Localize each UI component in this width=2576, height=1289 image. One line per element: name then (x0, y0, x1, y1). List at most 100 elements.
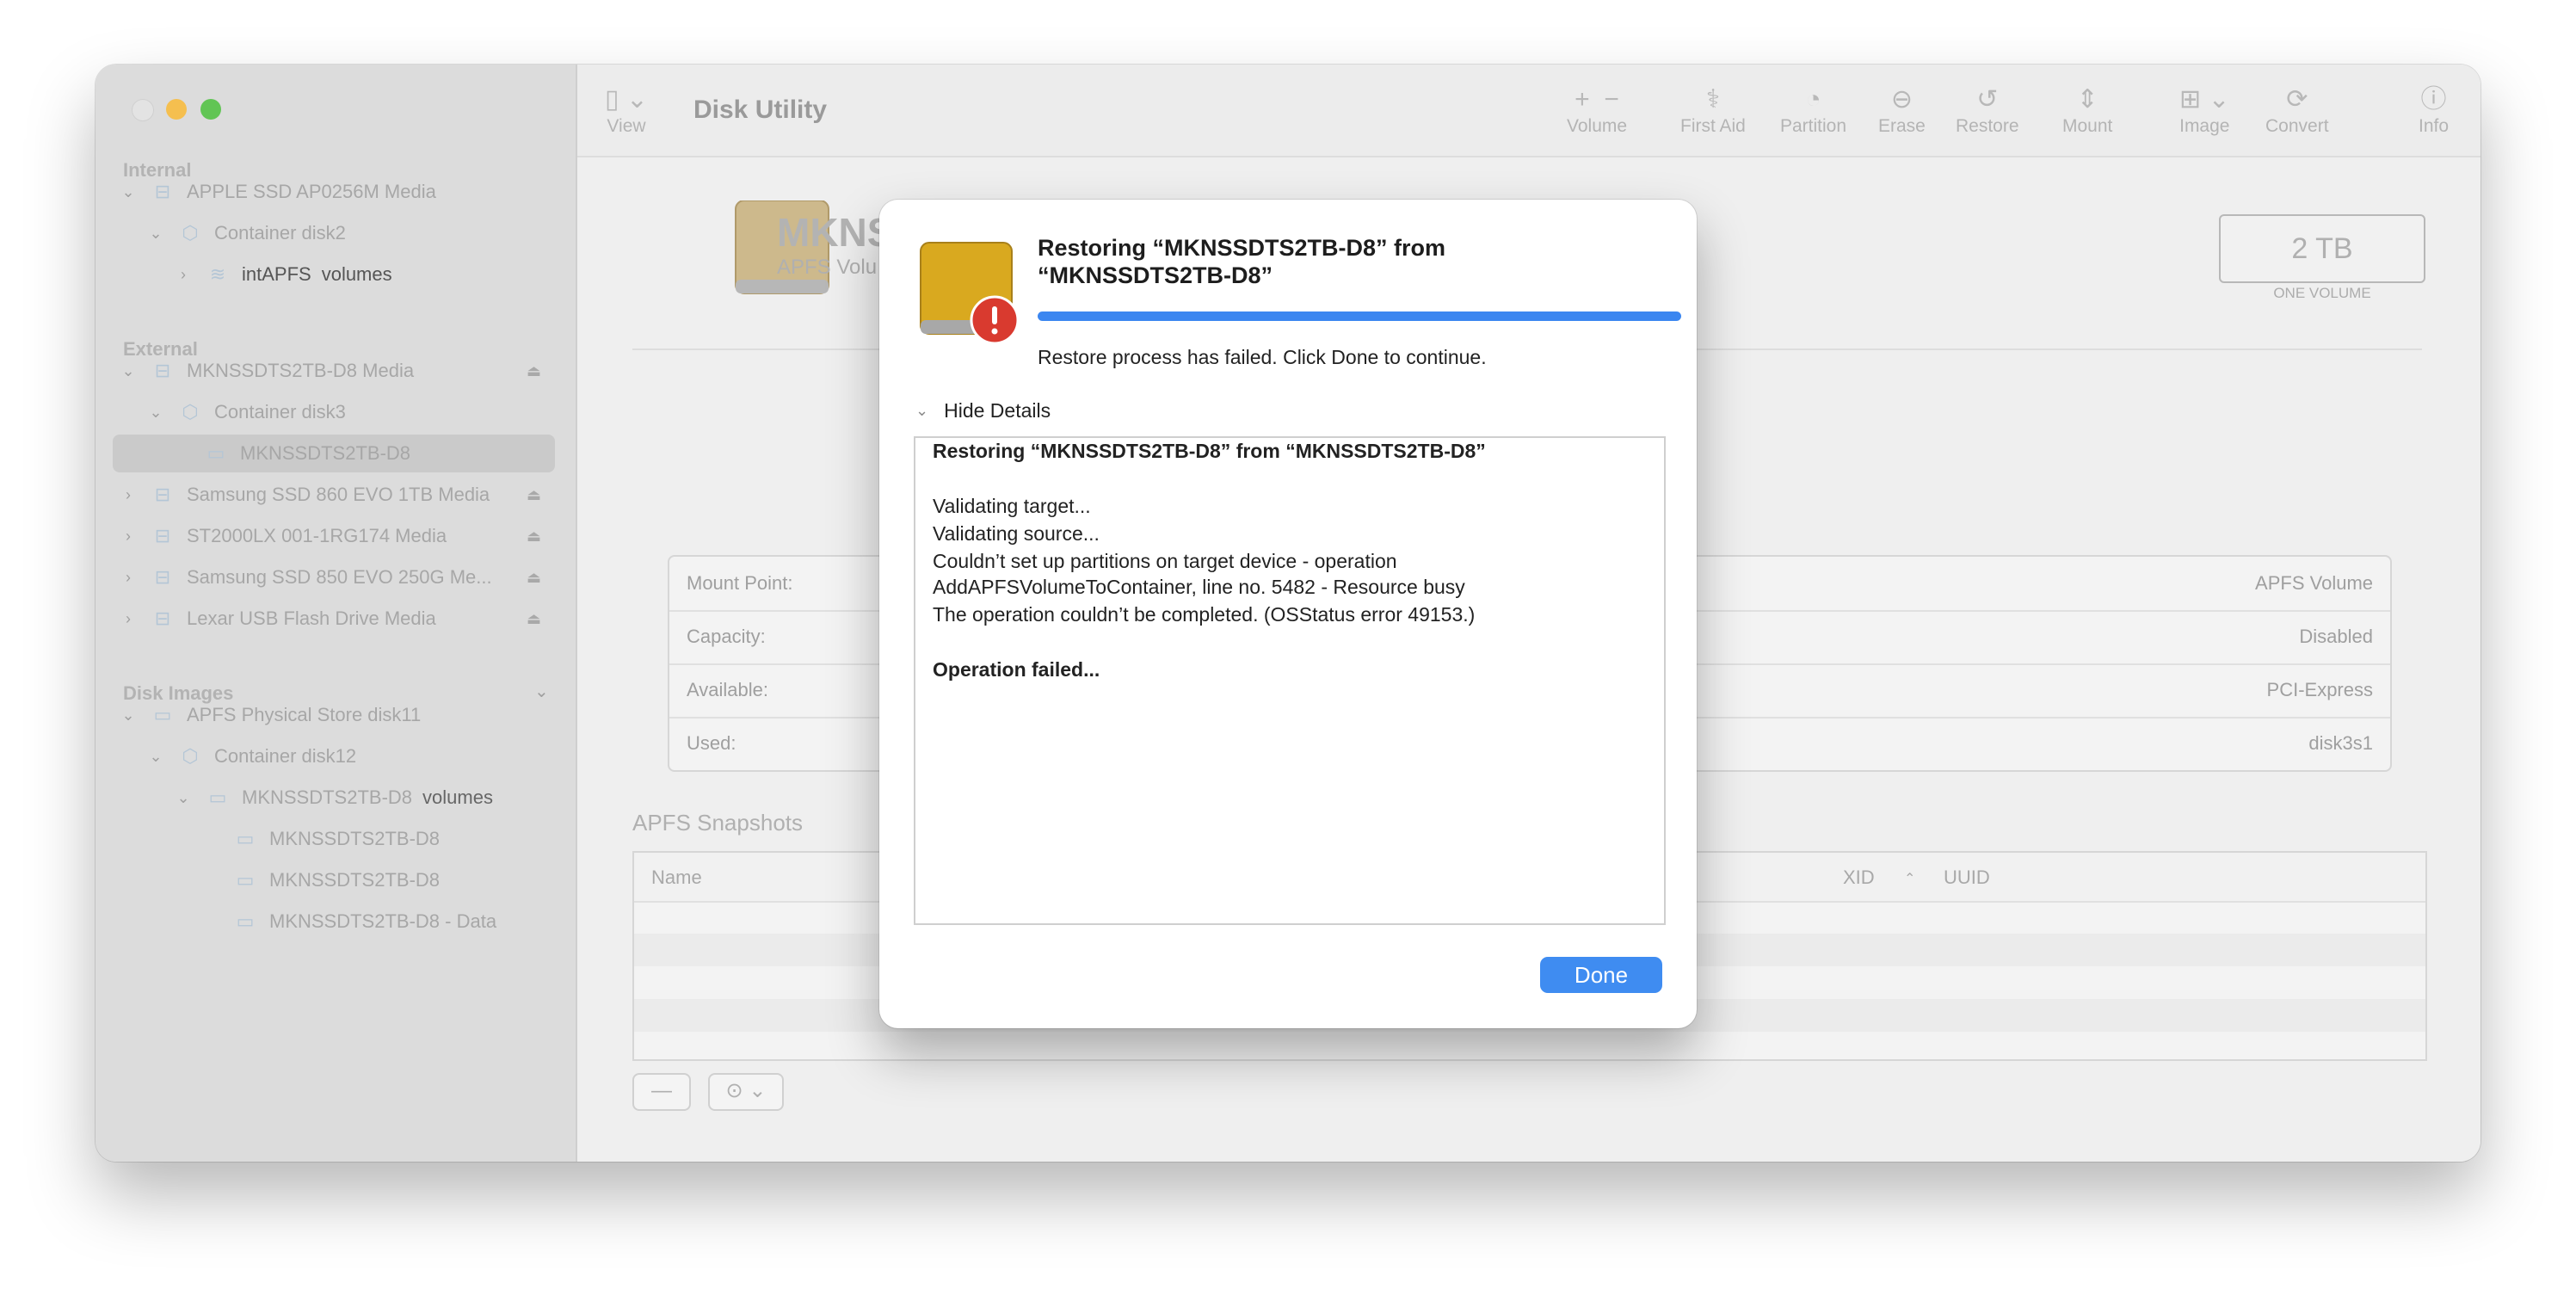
chevron-right-icon[interactable]: › (118, 610, 139, 628)
delete-snapshot-button[interactable]: — (632, 1073, 691, 1111)
chevron-down-icon[interactable]: ⌄ (145, 404, 166, 422)
volume-icon: ▭ (208, 786, 227, 808)
sidebar-item-label: Samsung SSD 860 EVO 1TB Media (187, 484, 490, 505)
sidebar-item-label: APPLE SSD AP0256M Media (187, 181, 436, 202)
disk-icon: ⊟ (154, 566, 171, 588)
more-options-button[interactable]: ⊙ ⌄ (708, 1073, 784, 1111)
eject-icon[interactable]: ⏏ (527, 362, 541, 380)
restore-progress-bar (1038, 311, 1681, 321)
info-label: Info (2419, 116, 2450, 136)
chevron-down-icon[interactable]: ⌄ (145, 748, 166, 766)
volume-size-caption: ONE VOLUME (2273, 285, 2371, 301)
column-xid[interactable]: XID (1843, 867, 1875, 889)
convert-button[interactable]: ⟳ Convert (2265, 83, 2329, 137)
column-name[interactable]: Name (651, 867, 702, 889)
volume-icon: ▭ (206, 442, 225, 464)
sidebar-item-st2000[interactable]: › ⊟ ST2000LX 001-1RG174 Media ⏏ (96, 517, 576, 555)
sidebar-item-label: APFS Physical Store disk11 (187, 704, 422, 725)
sidebar-item-label: ST2000LX 001-1RG174 Media (187, 525, 447, 546)
chevron-down-icon[interactable]: ⌄ (173, 789, 194, 807)
sidebar-item-suffix: volumes (321, 263, 392, 285)
drive-alert-icon (920, 242, 1020, 345)
info-icon: ⓘ (2420, 85, 2447, 114)
view-button[interactable]: ▯ ⌄ View (605, 83, 648, 137)
mount-icon: ⇕ (2076, 85, 2098, 114)
disk-icon: ⊟ (154, 607, 171, 629)
details-line: AddAPFSVolumeToContainer, line no. 5482 … (933, 576, 1465, 598)
chevron-down-icon[interactable]: ⌄ (145, 225, 166, 243)
sidebar-item-mknssd-sub1[interactable]: ▭ MKNSSDTS2TB-D8 (96, 820, 576, 858)
volume-icon: ▭ (236, 910, 255, 932)
hide-details-toggle[interactable]: ⌄ Hide Details (915, 399, 1051, 422)
snapshots-title: APFS Snapshots (632, 810, 803, 836)
eject-icon[interactable]: ⏏ (527, 569, 541, 587)
close-window-button[interactable] (132, 99, 154, 121)
sidebar-item-mknssd-data[interactable]: ▭ MKNSSDTS2TB-D8 - Data (96, 903, 576, 941)
sidebar-item-apfs-physical-store[interactable]: ⌄ ▭ APFS Physical Store disk11 (96, 696, 576, 734)
volume-icon: ▭ (236, 869, 255, 891)
sidebar-item-label: MKNSSDTS2TB-D8 (240, 442, 411, 464)
sidebar-item-lexar[interactable]: › ⊟ Lexar USB Flash Drive Media ⏏ (96, 600, 576, 638)
chevron-down-icon[interactable]: ⌄ (118, 706, 139, 725)
chevron-down-icon[interactable]: ⌄ (118, 362, 139, 380)
volume-label: Volume (1567, 116, 1628, 136)
chevron-right-icon[interactable]: › (118, 486, 139, 504)
info-value: APFS Volume (2255, 572, 2373, 594)
plus-minus-icon: + − (1575, 85, 1619, 114)
image-button[interactable]: ⊞ ⌄ Image (2179, 83, 2230, 137)
restore-button[interactable]: ↺ Restore (1956, 83, 2019, 137)
sidebar-item-samsung-860[interactable]: › ⊟ Samsung SSD 860 EVO 1TB Media ⏏ (96, 476, 576, 514)
chevron-down-icon[interactable]: ⌄ (118, 183, 139, 201)
info-button[interactable]: ⓘ Info (2419, 83, 2449, 137)
minimize-window-button[interactable] (166, 99, 187, 120)
chevron-right-icon[interactable]: › (173, 266, 194, 284)
info-value: Disabled (2299, 626, 2373, 647)
convert-label: Convert (2265, 116, 2329, 136)
details-line: Validating target... (933, 495, 1091, 517)
partition-label: Partition (1780, 116, 1847, 136)
first-aid-button[interactable]: ⚕ First Aid (1680, 83, 1746, 137)
volumes-icon: ≋ (209, 263, 226, 285)
sidebar-item-mknssd-volumes[interactable]: ⌄ ▭ MKNSSDTS2TB-D8 volumes (96, 779, 576, 817)
sidebar-item-mknssd-sub2[interactable]: ▭ MKNSSDTS2TB-D8 (96, 861, 576, 899)
chevron-right-icon[interactable]: › (118, 527, 139, 546)
volume-subtitle: APFS Volu (777, 256, 878, 279)
hide-details-label: Hide Details (944, 399, 1051, 422)
eject-icon[interactable]: ⏏ (527, 527, 541, 546)
details-heading: Restoring “MKNSSDTS2TB-D8” from “MKNSSDT… (933, 440, 1486, 462)
sidebar-item-label: Container disk12 (214, 745, 357, 767)
sidebar-item-label: MKNSSDTS2TB-D8 (269, 869, 441, 891)
mount-button[interactable]: ⇕ Mount (2062, 83, 2112, 137)
erase-disk-icon: ⊖ (1890, 85, 1913, 114)
zoom-window-button[interactable] (200, 99, 221, 120)
eject-icon[interactable]: ⏏ (527, 486, 541, 504)
eject-icon[interactable]: ⏏ (527, 610, 541, 628)
volume-button[interactable]: + − Volume (1567, 83, 1627, 137)
sidebar-item-samsung-850[interactable]: › ⊟ Samsung SSD 850 EVO 250G Me... ⏏ (96, 558, 576, 596)
mount-label: Mount (2062, 116, 2113, 136)
column-uuid[interactable]: UUID (1944, 867, 1990, 889)
chevron-right-icon[interactable]: › (118, 569, 139, 587)
sidebar-item-label: MKNSSDTS2TB-D8 Media (187, 360, 415, 381)
volume-icon: ▭ (236, 828, 255, 849)
progress-fill (1038, 311, 1681, 321)
restore-arrow-icon: ↺ (1976, 85, 1999, 114)
details-log[interactable]: Restoring “MKNSSDTS2TB-D8” from “MKNSSDT… (914, 436, 1666, 925)
sidebar-item-mknssd-media[interactable]: ⌄ ⊟ MKNSSDTS2TB-D8 Media ⏏ (96, 352, 576, 390)
info-value: disk3s1 (2308, 732, 2373, 754)
sidebar-item-label: intAPFS (242, 263, 311, 285)
done-button[interactable]: Done (1540, 957, 1662, 993)
container-icon: ⬡ (182, 401, 199, 422)
sidebar-item-container-disk3[interactable]: ⌄ ⬡ Container disk3 (96, 393, 576, 431)
sidebar-item-mknssd-volume[interactable]: ▭ MKNSSDTS2TB-D8 (113, 435, 555, 472)
erase-button[interactable]: ⊖ Erase (1878, 83, 1926, 137)
partition-button[interactable]: ◔ Partition (1780, 83, 1846, 137)
sidebar-item-intapfs[interactable]: › ≋ intAPFS volumes (96, 256, 576, 293)
chevron-down-icon: ⌄ (915, 402, 929, 419)
sidebar-item-container-disk2[interactable]: ⌄ ⬡ Container disk2 (96, 214, 576, 252)
sidebar-item-container-disk12[interactable]: ⌄ ⬡ Container disk12 (96, 737, 576, 775)
dialog-status: Restore process has failed. Click Done t… (1038, 346, 1487, 368)
details-line: Couldn’t set up partitions on target dev… (933, 550, 1397, 572)
toolbar: ▯ ⌄ View Disk Utility + − Volume ⚕ First… (577, 65, 2480, 157)
sidebar-item-apple-ssd[interactable]: ⌄ ⊟ APPLE SSD AP0256M Media (96, 173, 576, 211)
